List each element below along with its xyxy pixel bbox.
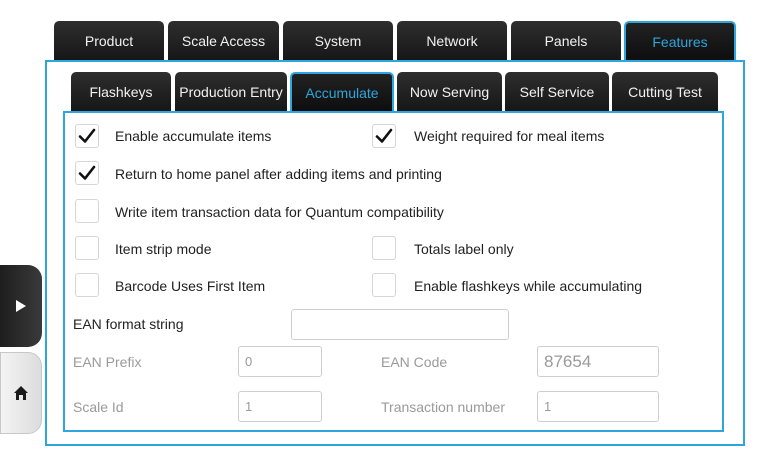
checkmark-icon [78, 128, 96, 143]
tab-system[interactable]: System [283, 21, 393, 61]
totals-label-label: Totals label only [414, 241, 514, 257]
ean-format-input[interactable] [291, 309, 509, 340]
checkmark-icon [78, 165, 96, 180]
flashkeys-accum-checkbox[interactable] [372, 273, 396, 297]
expand-sidebar-button[interactable] [0, 265, 42, 347]
home-icon [14, 386, 28, 400]
enable-accumulate-label: Enable accumulate items [115, 128, 272, 144]
return-home-label: Return to home panel after adding items … [115, 166, 442, 182]
write-quantum-label: Write item transaction data for Quantum … [115, 204, 444, 220]
checkmark-icon [375, 128, 393, 143]
tab-features[interactable]: Features [624, 21, 736, 61]
scale-id-input[interactable] [238, 391, 322, 422]
ean-prefix-input[interactable] [238, 346, 322, 377]
totals-label-checkbox[interactable] [372, 236, 396, 260]
flashkeys-accum-label: Enable flashkeys while accumulating [414, 278, 643, 294]
subtab-self-service[interactable]: Self Service [505, 72, 609, 112]
home-button[interactable] [0, 352, 42, 434]
subtab-now-serving[interactable]: Now Serving [397, 72, 502, 112]
tab-scale-access[interactable]: Scale Access [168, 21, 279, 61]
ean-code-label: EAN Code [381, 354, 448, 370]
scale-id-label: Scale Id [73, 399, 124, 415]
transaction-number-input[interactable] [537, 391, 659, 422]
subtab-cutting-test[interactable]: Cutting Test [612, 72, 718, 112]
subtab-flashkeys[interactable]: Flashkeys [71, 72, 171, 112]
play-arrow-icon [16, 300, 26, 312]
return-home-checkbox[interactable] [75, 161, 99, 185]
item-strip-checkbox[interactable] [75, 236, 99, 260]
item-strip-label: Item strip mode [115, 241, 212, 257]
barcode-first-checkbox[interactable] [75, 273, 99, 297]
barcode-first-label: Barcode Uses First Item [115, 278, 266, 294]
subtab-accumulate[interactable]: Accumulate [290, 72, 394, 112]
ean-code-input[interactable] [537, 346, 659, 377]
tab-panels[interactable]: Panels [511, 21, 621, 61]
weight-required-label: Weight required for meal items [414, 128, 605, 144]
tab-product[interactable]: Product [54, 21, 164, 61]
ean-prefix-label: EAN Prefix [73, 354, 142, 370]
subtab-production-entry[interactable]: Production Entry [175, 72, 287, 112]
accumulate-panel [63, 111, 724, 432]
transaction-number-label: Transaction number [381, 399, 505, 415]
weight-required-checkbox[interactable] [372, 124, 396, 148]
ean-format-label: EAN format string [73, 316, 184, 332]
enable-accumulate-checkbox[interactable] [75, 124, 99, 148]
write-quantum-checkbox[interactable] [75, 199, 99, 223]
tab-network[interactable]: Network [397, 21, 507, 61]
